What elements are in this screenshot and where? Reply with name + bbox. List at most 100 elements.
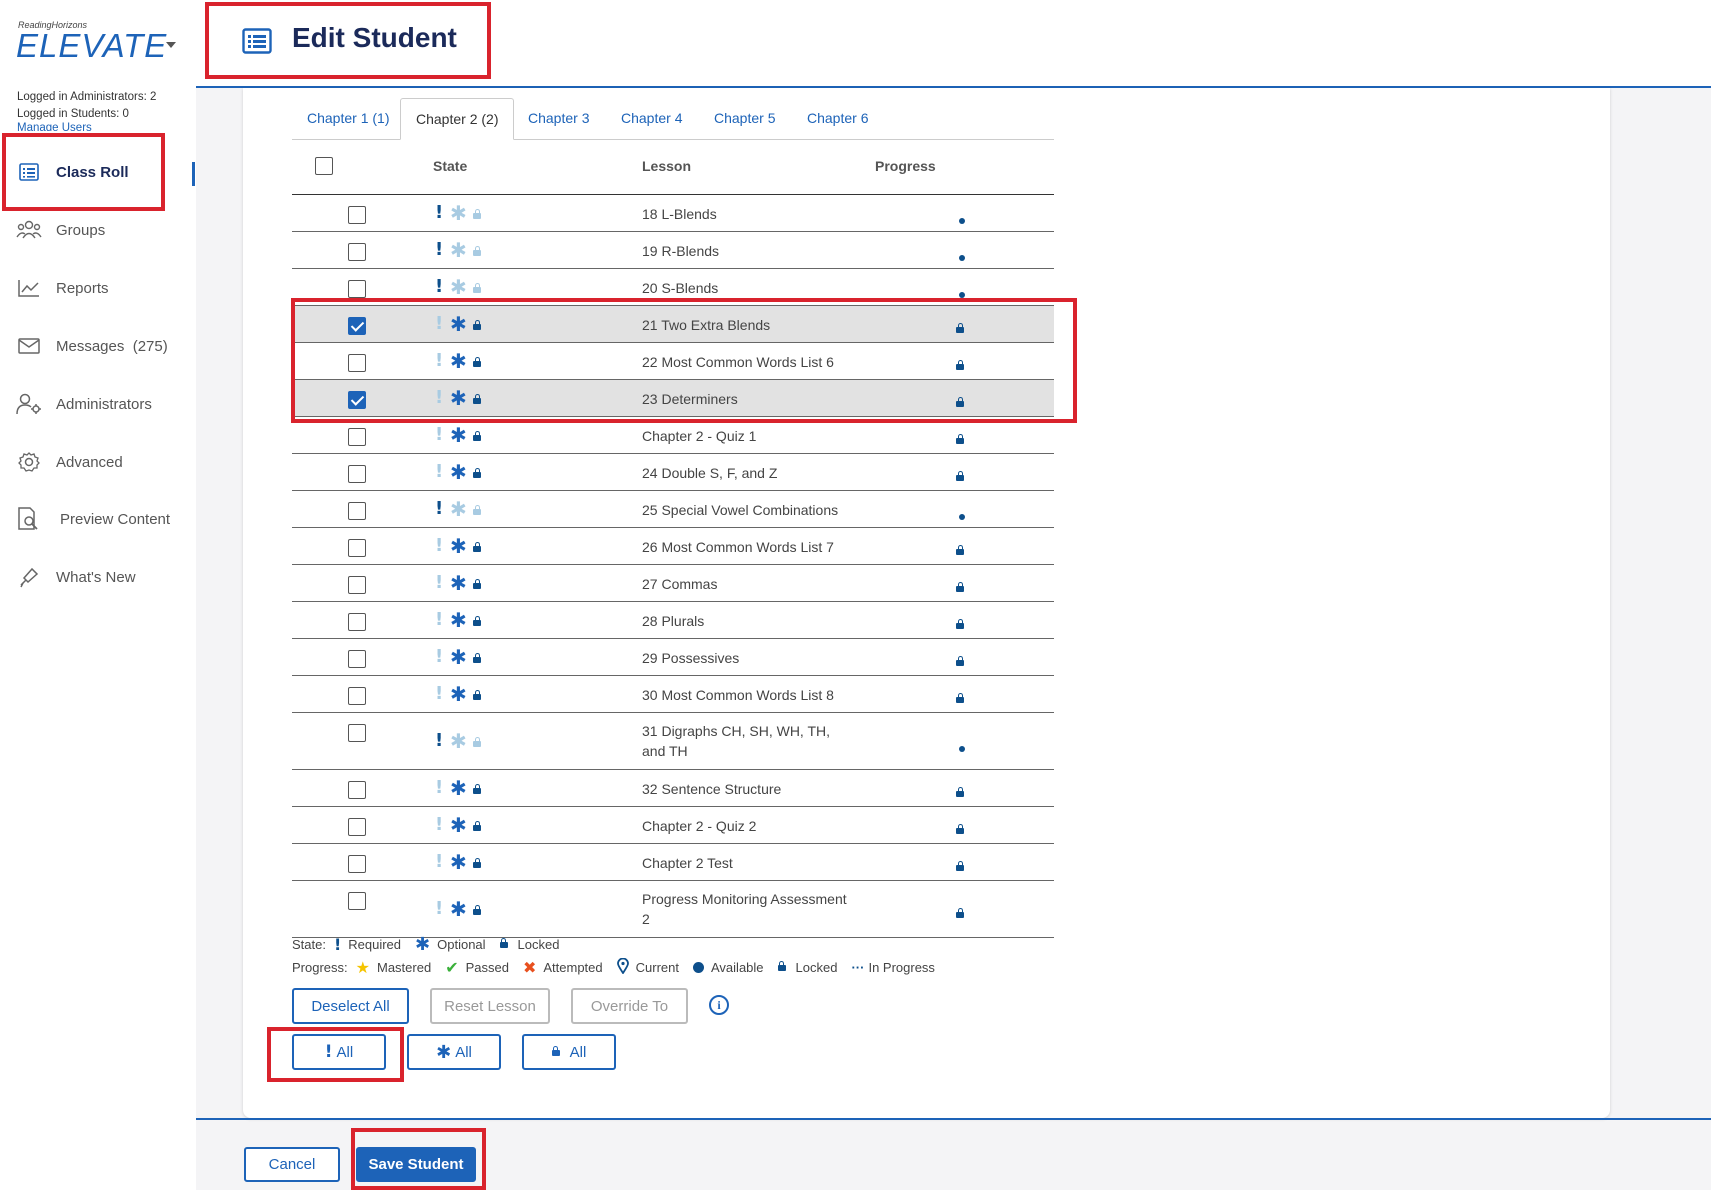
required-icon[interactable]: ! — [435, 276, 443, 297]
table-row[interactable]: ! ✱ Chapter 2 - Quiz 1 — [292, 417, 1054, 454]
table-row[interactable]: ! ✱ 25 Special Vowel Combinations — [292, 491, 1054, 528]
brand-logo[interactable]: ELEVATE — [16, 27, 167, 65]
row-checkbox[interactable] — [348, 892, 366, 910]
table-row[interactable]: ! ✱ 31 Digraphs CH, SH, WH, TH, and TH — [292, 713, 1054, 770]
lock-icon[interactable] — [473, 783, 481, 794]
table-row[interactable]: ! ✱ 32 Sentence Structure — [292, 770, 1054, 807]
lock-icon[interactable] — [473, 652, 481, 663]
lock-icon[interactable] — [473, 904, 481, 915]
optional-icon[interactable]: ✱ — [450, 349, 467, 373]
optional-icon[interactable]: ✱ — [450, 386, 467, 410]
row-checkbox[interactable] — [348, 501, 366, 520]
locked-all-button[interactable]: All — [522, 1034, 616, 1070]
optional-icon[interactable]: ✱ — [450, 645, 467, 669]
optional-icon[interactable]: ✱ — [450, 497, 467, 521]
lock-icon[interactable] — [473, 245, 481, 256]
required-icon[interactable]: ! — [435, 313, 443, 334]
optional-icon[interactable]: ✱ — [450, 312, 467, 336]
table-row[interactable]: ! ✱ 27 Commas — [292, 565, 1054, 602]
row-checkbox[interactable] — [348, 854, 366, 873]
optional-icon[interactable]: ✱ — [450, 238, 467, 262]
row-checkbox[interactable] — [348, 686, 366, 705]
row-checkbox[interactable] — [348, 316, 366, 335]
deselect-all-button[interactable]: Deselect All — [292, 988, 409, 1024]
required-icon[interactable]: ! — [435, 683, 443, 704]
required-icon[interactable]: ! — [435, 609, 443, 630]
lock-icon[interactable] — [473, 393, 481, 404]
required-icon[interactable]: ! — [435, 851, 443, 872]
optional-icon[interactable]: ✱ — [450, 534, 467, 558]
row-checkbox[interactable] — [348, 353, 366, 372]
lock-icon[interactable] — [473, 430, 481, 441]
row-checkbox[interactable] — [348, 279, 366, 298]
optional-icon[interactable]: ✱ — [450, 776, 467, 800]
required-icon[interactable]: ! — [435, 535, 443, 556]
lock-icon[interactable] — [473, 467, 481, 478]
optional-icon[interactable]: ✱ — [450, 813, 467, 837]
required-icon[interactable]: ! — [435, 777, 443, 798]
lock-icon[interactable] — [473, 319, 481, 330]
select-all-checkbox[interactable] — [315, 157, 333, 175]
manage-users-link[interactable]: Manage Users — [17, 122, 92, 131]
tab-chapter-2[interactable]: Chapter 2 (2) — [400, 98, 515, 140]
lock-icon[interactable] — [473, 857, 481, 868]
row-checkbox[interactable] — [348, 612, 366, 631]
table-row[interactable]: ! ✱ 29 Possessives — [292, 639, 1054, 676]
chevron-down-icon[interactable] — [166, 42, 176, 48]
row-checkbox[interactable] — [348, 649, 366, 668]
required-icon[interactable]: ! — [435, 350, 443, 371]
table-row[interactable]: ! ✱ Chapter 2 Test — [292, 844, 1054, 881]
table-row[interactable]: ! ✱ Chapter 2 - Quiz 2 — [292, 807, 1054, 844]
sidebar-item-class-roll[interactable]: Class Roll — [16, 161, 129, 183]
reset-lesson-button[interactable]: Reset Lesson — [430, 988, 550, 1024]
tab-chapter-3[interactable]: Chapter 3 — [513, 98, 604, 140]
table-row[interactable]: ! ✱ 24 Double S, F, and Z — [292, 454, 1054, 491]
optional-icon[interactable]: ✱ — [450, 682, 467, 706]
tab-chapter-1[interactable]: Chapter 1 (1) — [292, 98, 404, 140]
table-row[interactable]: ! ✱ 30 Most Common Words List 8 — [292, 676, 1054, 713]
optional-icon[interactable]: ✱ — [450, 729, 467, 753]
sidebar-item-messages[interactable]: Messages (275) — [16, 335, 168, 357]
table-row[interactable]: ! ✱ 26 Most Common Words List 7 — [292, 528, 1054, 565]
override-to-button[interactable]: Override To — [571, 988, 688, 1024]
lock-icon[interactable] — [473, 615, 481, 626]
sidebar-item-groups[interactable]: Groups — [16, 219, 105, 241]
optional-icon[interactable]: ✱ — [450, 423, 467, 447]
tab-chapter-6[interactable]: Chapter 6 — [792, 98, 883, 140]
required-icon[interactable]: ! — [435, 202, 443, 223]
table-row[interactable]: ! ✱ 18 L-Blends — [292, 195, 1054, 232]
required-icon[interactable]: ! — [435, 646, 443, 667]
required-icon[interactable]: ! — [435, 461, 443, 482]
info-icon[interactable]: i — [709, 995, 729, 1015]
sidebar-item-preview-content[interactable]: Preview Content — [16, 507, 170, 530]
optional-all-button[interactable]: ✱ All — [407, 1034, 501, 1070]
cancel-button[interactable]: Cancel — [244, 1147, 340, 1182]
required-icon[interactable]: ! — [435, 730, 443, 751]
sidebar-item-administrators[interactable]: Administrators — [16, 393, 152, 415]
optional-icon[interactable]: ✱ — [450, 897, 467, 921]
required-all-button[interactable]: ! All — [292, 1034, 386, 1070]
required-icon[interactable]: ! — [435, 424, 443, 445]
required-icon[interactable]: ! — [435, 814, 443, 835]
table-row[interactable]: ! ✱ 23 Determiners — [292, 380, 1054, 417]
lock-icon[interactable] — [473, 208, 481, 219]
lock-icon[interactable] — [473, 578, 481, 589]
sidebar-item-advanced[interactable]: Advanced — [16, 451, 123, 473]
lock-icon[interactable] — [473, 504, 481, 515]
row-checkbox[interactable] — [348, 242, 366, 261]
lock-icon[interactable] — [473, 736, 481, 747]
lock-icon[interactable] — [473, 820, 481, 831]
lock-icon[interactable] — [473, 689, 481, 700]
tab-chapter-4[interactable]: Chapter 4 — [606, 98, 697, 140]
row-checkbox[interactable] — [348, 817, 366, 836]
optional-icon[interactable]: ✱ — [450, 460, 467, 484]
table-row[interactable]: ! ✱ 28 Plurals — [292, 602, 1054, 639]
row-checkbox[interactable] — [348, 205, 366, 224]
table-row[interactable]: ! ✱ 20 S-Blends — [292, 269, 1054, 306]
row-checkbox[interactable] — [348, 464, 366, 483]
row-checkbox[interactable] — [348, 427, 366, 446]
row-checkbox[interactable] — [348, 724, 366, 742]
table-row[interactable]: ! ✱ Progress Monitoring Assessment 2 — [292, 881, 1054, 938]
save-student-button[interactable]: Save Student — [356, 1147, 476, 1182]
optional-icon[interactable]: ✱ — [450, 850, 467, 874]
